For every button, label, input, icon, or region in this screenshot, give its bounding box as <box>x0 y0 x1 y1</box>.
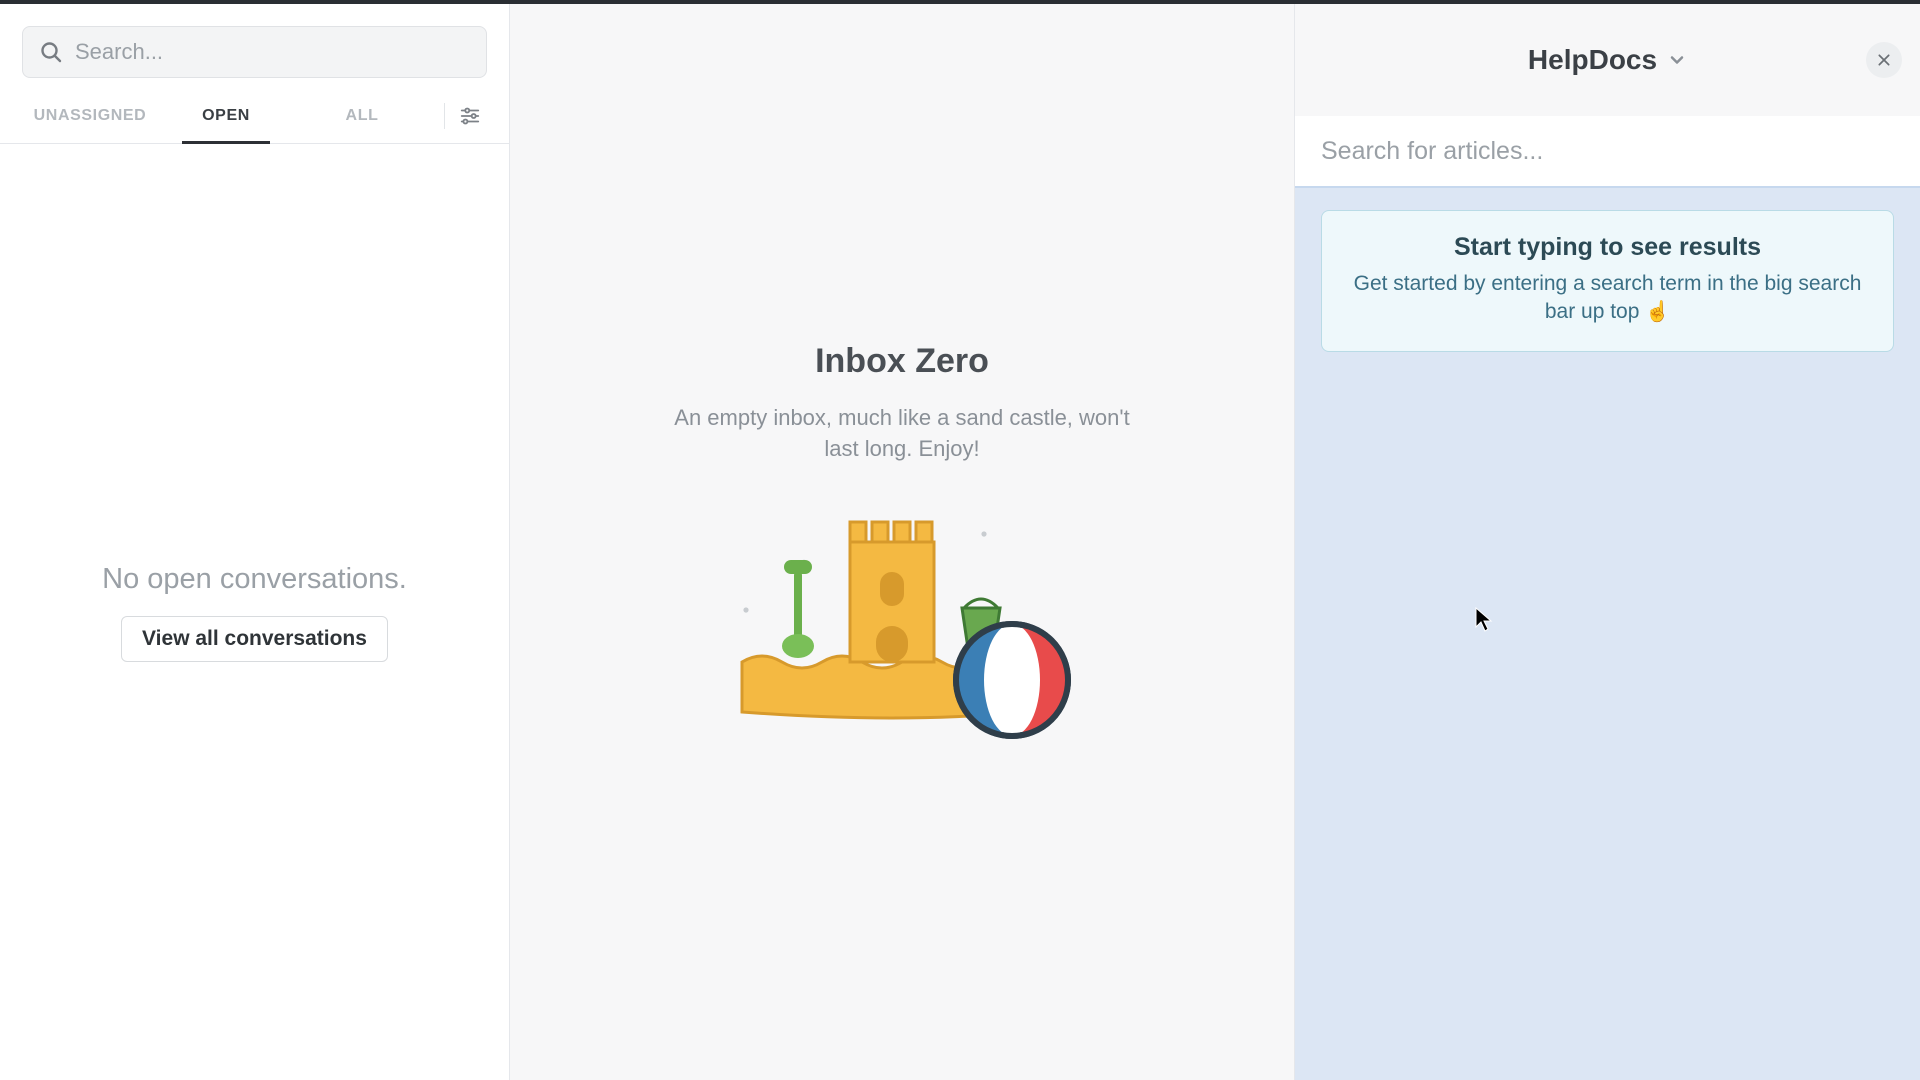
conversation-search-input[interactable] <box>75 39 470 65</box>
helpdocs-header: HelpDocs <box>1295 4 1920 116</box>
inbox-zero-empty-state: Inbox Zero An empty inbox, much like a s… <box>672 342 1132 743</box>
inbox-zero-subtitle: An empty inbox, much like a sand castle,… <box>672 403 1132 465</box>
sand-castle-illustration <box>722 512 1082 742</box>
search-hint-title: Start typing to see results <box>1350 233 1865 262</box>
no-conversations-text: No open conversations. <box>102 563 407 596</box>
tab-unassigned[interactable]: UNASSIGNED <box>22 88 158 143</box>
mouse-cursor-icon <box>1475 607 1493 633</box>
conversation-filter-tabs: UNASSIGNED OPEN ALL <box>0 88 509 144</box>
point-up-icon: ☝️ <box>1645 301 1670 323</box>
article-search-input[interactable] <box>1321 137 1894 166</box>
search-icon <box>39 40 63 64</box>
helpdocs-panel: HelpDocs Start typing to <box>1295 4 1920 1080</box>
search-hint-card: Start typing to see results Get started … <box>1321 210 1894 352</box>
tab-open[interactable]: OPEN <box>158 88 294 143</box>
tabs-separator <box>444 103 445 129</box>
view-all-conversations-button[interactable]: View all conversations <box>121 616 388 662</box>
search-wrap <box>0 4 509 88</box>
chevron-down-icon <box>1667 50 1687 70</box>
tab-all[interactable]: ALL <box>294 88 430 143</box>
close-helpdocs-button[interactable] <box>1866 42 1902 78</box>
article-search-row <box>1295 116 1920 188</box>
conversation-list-empty: No open conversations. View all conversa… <box>0 144 509 1080</box>
search-hint-body: Get started by entering a search term in… <box>1350 270 1865 327</box>
close-icon <box>1876 52 1892 68</box>
filter-settings-button[interactable] <box>453 99 487 133</box>
app-root: UNASSIGNED OPEN ALL No open conv <box>0 4 1920 1080</box>
search-box[interactable] <box>22 26 487 78</box>
search-hint-body-text: Get started by entering a search term in… <box>1354 272 1862 323</box>
helpdocs-title-text: HelpDocs <box>1528 44 1657 76</box>
sliders-icon <box>459 105 481 127</box>
conversation-list-panel: UNASSIGNED OPEN ALL No open conv <box>0 4 510 1080</box>
inbox-zero-title: Inbox Zero <box>672 342 1132 381</box>
conversation-detail-panel: Inbox Zero An empty inbox, much like a s… <box>510 4 1295 1080</box>
helpdocs-title-dropdown[interactable]: HelpDocs <box>1528 44 1687 76</box>
